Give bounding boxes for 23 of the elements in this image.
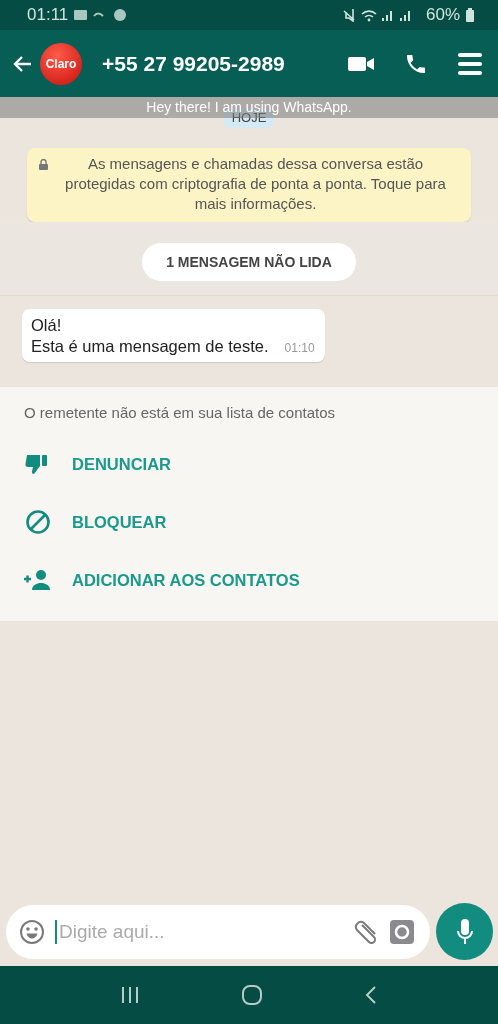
- status-time: 01:11: [27, 5, 69, 25]
- composer-field[interactable]: Digite aqui...: [6, 904, 430, 959]
- microphone-button[interactable]: [436, 903, 493, 960]
- encryption-text: As mensagens e chamadas dessa conversa estão protegidas com criptografia de ponta a ponta. Toque para mais informações.: [64, 154, 447, 214]
- contact-action-button[interactable]: ADICIONAR AOS CONTATOS: [72, 570, 300, 590]
- unknown-sender-text: O remetente não está em sua lista de contatos: [24, 404, 336, 421]
- contact-action-button[interactable]: BLOQUEAR: [72, 512, 167, 532]
- battery-icon: [466, 8, 474, 22]
- contact-avatar[interactable]: Claro: [40, 42, 82, 85]
- message-text: Olá!: [31, 315, 63, 336]
- block-icon: [24, 509, 52, 535]
- lock-icon: [39, 159, 48, 170]
- add-contact-icon: [24, 570, 52, 590]
- camera-icon[interactable]: [390, 919, 414, 944]
- battery-level: 60%: [425, 5, 460, 25]
- encryption-notice[interactable]: As mensagens e chamadas dessa conversa estão protegidas com criptografia de ponta a ponta. Toque para mais informações.: [27, 148, 471, 222]
- microphone-icon[interactable]: [456, 918, 473, 945]
- message-text: Esta é uma mensagem de teste.: [31, 336, 269, 357]
- contact-name[interactable]: +55 27 99205-2989: [102, 51, 285, 76]
- unread-banner: 1 MENSAGEM NÃO LIDA: [142, 243, 356, 281]
- emoji-icon[interactable]: [19, 918, 45, 945]
- message-time: 01:10: [284, 341, 315, 355]
- contact-action-button[interactable]: DENUNCIAR: [72, 454, 171, 474]
